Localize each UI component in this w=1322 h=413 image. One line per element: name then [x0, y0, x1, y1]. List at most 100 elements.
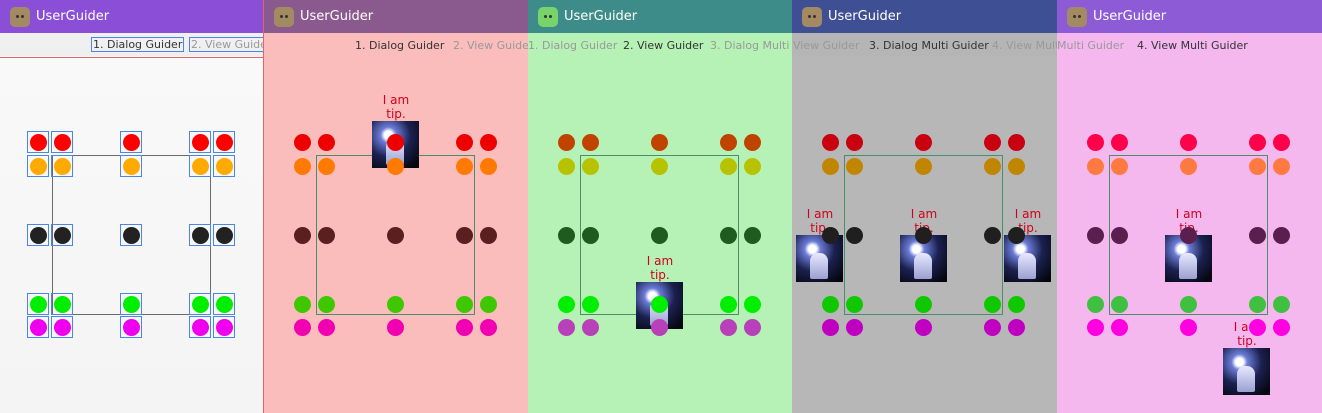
target-dot[interactable] [455, 295, 473, 313]
target-dot[interactable] [719, 133, 737, 151]
tab-dialog-multi-guider[interactable]: 3. Dialog Multi Guider [869, 39, 989, 52]
target-dot[interactable] [53, 226, 71, 244]
target-dot[interactable] [1110, 226, 1128, 244]
target-dot[interactable] [557, 318, 575, 336]
target-dot[interactable] [122, 226, 140, 244]
target-dot[interactable] [1272, 318, 1290, 336]
target-dot[interactable] [845, 295, 863, 313]
target-dot[interactable] [191, 295, 209, 313]
target-dot[interactable] [1248, 295, 1266, 313]
target-dot[interactable] [1179, 133, 1197, 151]
target-dot[interactable] [293, 226, 311, 244]
target-dot[interactable] [53, 295, 71, 313]
target-dot[interactable] [215, 133, 233, 151]
target-dot[interactable] [215, 226, 233, 244]
target-dot[interactable] [53, 318, 71, 336]
target-dot[interactable] [914, 295, 932, 313]
target-dot[interactable] [455, 318, 473, 336]
target-dot[interactable] [122, 318, 140, 336]
target-dot[interactable] [317, 157, 335, 175]
target-dot[interactable] [1248, 133, 1266, 151]
target-dot[interactable] [581, 226, 599, 244]
target-dot[interactable] [53, 157, 71, 175]
target-dot[interactable] [386, 157, 404, 175]
target-dot[interactable] [1086, 226, 1104, 244]
tab-view-guider[interactable]: View Guider [793, 39, 859, 52]
target-dot[interactable] [455, 133, 473, 151]
target-dot[interactable] [1007, 295, 1025, 313]
target-dot[interactable] [1086, 318, 1104, 336]
target-dot[interactable] [317, 133, 335, 151]
target-dot[interactable] [191, 133, 209, 151]
target-dot[interactable] [386, 295, 404, 313]
target-dot[interactable] [215, 318, 233, 336]
target-dot[interactable] [455, 157, 473, 175]
target-dot[interactable] [1007, 157, 1025, 175]
target-dot[interactable] [845, 157, 863, 175]
target-dot[interactable] [191, 157, 209, 175]
target-dot[interactable] [386, 133, 404, 151]
target-dot[interactable] [983, 295, 1001, 313]
target-dot[interactable] [743, 157, 761, 175]
target-dot[interactable] [557, 133, 575, 151]
target-dot[interactable] [581, 318, 599, 336]
target-dot[interactable] [983, 226, 1001, 244]
target-dot[interactable] [479, 295, 497, 313]
tip-bubble-right[interactable]: I am tip. [1004, 207, 1052, 282]
target-dot[interactable] [1272, 295, 1290, 313]
tip-bubble-center[interactable]: I am tip. [1165, 207, 1213, 282]
target-dot[interactable] [743, 226, 761, 244]
tab-view-multi-guider[interactable]: 4. View Multi Guider [992, 39, 1057, 52]
target-dot[interactable] [821, 226, 839, 244]
target-dot[interactable] [983, 318, 1001, 336]
target-dot[interactable] [1086, 157, 1104, 175]
target-dot[interactable] [845, 226, 863, 244]
target-dot[interactable] [914, 318, 932, 336]
target-dot[interactable] [1007, 133, 1025, 151]
target-dot[interactable] [557, 157, 575, 175]
target-dot[interactable] [557, 226, 575, 244]
target-dot[interactable] [650, 157, 668, 175]
target-dot[interactable] [29, 133, 47, 151]
target-dot[interactable] [581, 157, 599, 175]
tab-dialog-guider[interactable]: 1. Dialog Guider [528, 39, 617, 52]
tip-bubble[interactable]: I am tip. [372, 93, 420, 168]
target-dot[interactable] [53, 133, 71, 151]
tab-multi-guider[interactable]: Multi Guider [1057, 39, 1124, 52]
tab-dialog-guider[interactable]: 1. Dialog Guider [91, 37, 185, 52]
target-dot[interactable] [1179, 226, 1197, 244]
tip-bubble-center[interactable]: I am tip. [900, 207, 948, 282]
target-dot[interactable] [719, 318, 737, 336]
target-dot[interactable] [1086, 295, 1104, 313]
target-dot[interactable] [293, 318, 311, 336]
target-dot[interactable] [1248, 226, 1266, 244]
target-dot[interactable] [821, 295, 839, 313]
target-dot[interactable] [317, 318, 335, 336]
tab-view-multi-guider[interactable]: 4. View Multi Guider [1137, 39, 1248, 52]
target-dot[interactable] [581, 133, 599, 151]
target-dot[interactable] [455, 226, 473, 244]
target-dot[interactable] [914, 133, 932, 151]
target-dot[interactable] [1179, 318, 1197, 336]
target-dot[interactable] [1007, 318, 1025, 336]
target-dot[interactable] [914, 157, 932, 175]
target-dot[interactable] [191, 318, 209, 336]
tip-bubble[interactable]: I am tip. [636, 254, 684, 329]
target-dot[interactable] [293, 133, 311, 151]
target-dot[interactable] [479, 226, 497, 244]
target-dot[interactable] [317, 295, 335, 313]
target-dot[interactable] [1086, 133, 1104, 151]
target-dot[interactable] [821, 133, 839, 151]
target-dot[interactable] [386, 226, 404, 244]
target-dot[interactable] [1248, 318, 1266, 336]
target-dot[interactable] [557, 295, 575, 313]
target-dot[interactable] [479, 318, 497, 336]
target-dot[interactable] [1272, 157, 1290, 175]
target-dot[interactable] [479, 133, 497, 151]
target-dot[interactable] [845, 318, 863, 336]
target-dot[interactable] [1110, 133, 1128, 151]
target-dot[interactable] [122, 157, 140, 175]
target-dot[interactable] [29, 295, 47, 313]
target-dot[interactable] [821, 157, 839, 175]
target-dot[interactable] [845, 133, 863, 151]
